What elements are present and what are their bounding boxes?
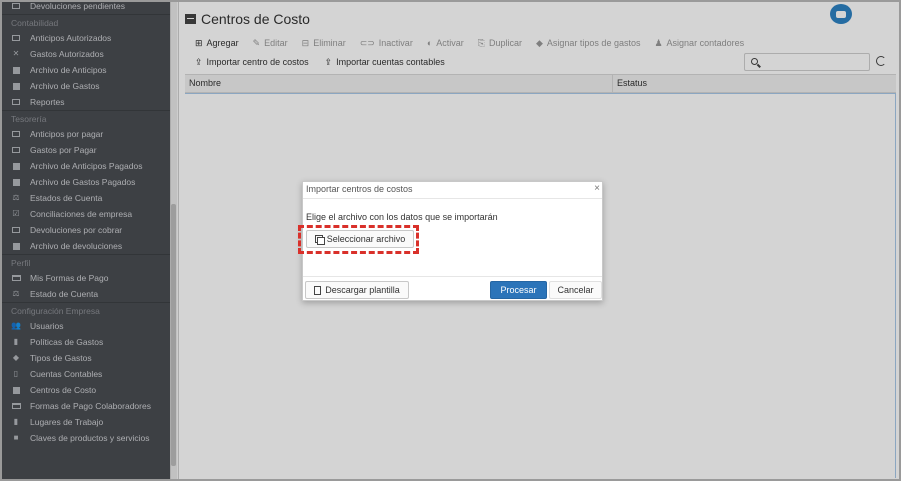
dialog-footer-divider [303, 276, 602, 277]
copy-icon [314, 235, 325, 245]
app-frame: Devoluciones pendientes Contabilidad Anti… [0, 0, 901, 481]
download-template-button[interactable]: Descargar plantilla [305, 281, 409, 299]
dialog-message: Elige el archivo con los datos que se im… [306, 212, 498, 222]
download-template-label: Descargar plantilla [325, 285, 400, 295]
select-file-button[interactable]: Seleccionar archivo [306, 230, 414, 248]
document-icon [314, 285, 322, 295]
dialog-divider [303, 198, 602, 199]
dialog-title: Importar centros de costos [306, 184, 413, 194]
import-dialog: Importar centros de costos × Elige el ar… [302, 181, 603, 301]
cancel-button[interactable]: Cancelar [549, 281, 602, 299]
select-file-label: Seleccionar archivo [326, 234, 406, 244]
process-button[interactable]: Procesar [490, 281, 547, 299]
close-icon[interactable]: × [594, 183, 600, 194]
